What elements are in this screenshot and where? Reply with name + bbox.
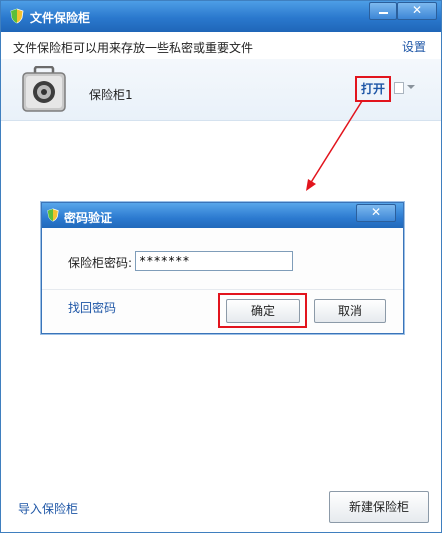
password-label: 保险柜密码: (68, 256, 133, 270)
dialog-divider (42, 289, 403, 290)
ok-button[interactable]: 确定 (226, 299, 300, 323)
dialog-close-button[interactable]: ✕ (356, 204, 396, 222)
cancel-button[interactable]: 取消 (314, 299, 386, 323)
vault-window: 文件保险柜 ✕ 文件保险柜可以用来存放一些私密或重要文件 设置 保险柜1 打开 … (0, 0, 442, 533)
import-vault-link[interactable]: 导入保险柜 (18, 500, 78, 517)
password-input[interactable] (135, 251, 293, 271)
password-dialog: 密码验证 ✕ 保险柜密码: 找回密码 确定 取消 (41, 202, 404, 334)
shield-icon (47, 208, 59, 222)
new-vault-button[interactable]: 新建保险柜 (329, 491, 429, 523)
dialog-titlebar[interactable]: 密码验证 ✕ (42, 203, 403, 228)
dialog-title: 密码验证 (64, 211, 113, 225)
recover-password-link[interactable]: 找回密码 (68, 299, 116, 316)
